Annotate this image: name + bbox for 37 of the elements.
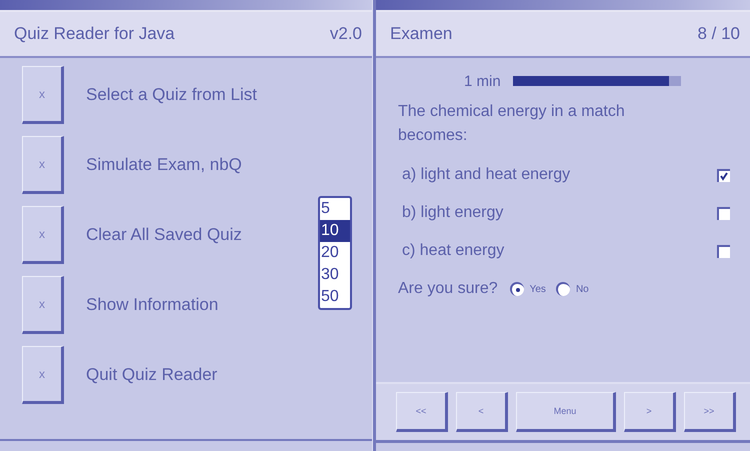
list-option[interactable]: 30	[320, 264, 350, 286]
nav-button[interactable]: >	[624, 392, 676, 432]
checked-checkbox[interactable]	[717, 168, 730, 182]
question-text: The chemical energy in a match becomes:	[398, 102, 626, 146]
nav-button[interactable]: >>	[684, 392, 736, 432]
timer-label: 1 min	[464, 72, 501, 90]
checkbox[interactable]	[717, 206, 730, 220]
screen-title: Examen	[390, 24, 452, 44]
radio-label: No	[576, 284, 589, 294]
list-option[interactable]: 5	[320, 198, 350, 220]
answer-label: c) heat energy	[402, 242, 504, 260]
progress-counter: 8 / 10	[697, 24, 740, 44]
list-option[interactable]: 50	[320, 286, 350, 308]
confirm-label: Are you sure?	[398, 280, 498, 298]
menu-label: Clear All Saved Quiz	[86, 225, 242, 245]
checkbox[interactable]	[717, 244, 730, 258]
option-button[interactable]: x	[22, 206, 64, 264]
menu-label: Quit Quiz Reader	[86, 365, 218, 385]
answer-label: b) light energy	[402, 204, 504, 222]
radio-label: Yes	[530, 284, 546, 294]
radio-button[interactable]	[556, 282, 570, 296]
menu-label: Select a Quiz from List	[86, 85, 258, 105]
menu-label: Show Information	[86, 295, 218, 315]
option-button[interactable]: x	[22, 66, 64, 124]
list-option[interactable]: 20	[320, 242, 350, 264]
option-button[interactable]: x	[22, 276, 64, 334]
answer-label: a) light and heat energy	[402, 166, 570, 184]
nav-button[interactable]: <	[456, 392, 508, 432]
option-button[interactable]: x	[22, 136, 64, 194]
app-title: Quiz Reader for Java	[14, 24, 175, 44]
option-button[interactable]: x	[22, 346, 64, 404]
nav-button[interactable]: <<	[396, 392, 448, 432]
nav-button[interactable]: Menu	[516, 392, 616, 432]
version-label: v2.0	[330, 24, 362, 44]
radio-button[interactable]	[510, 282, 524, 296]
menu-label: Simulate Exam, nbQ	[86, 155, 242, 175]
list-option[interactable]: 10	[320, 220, 350, 242]
